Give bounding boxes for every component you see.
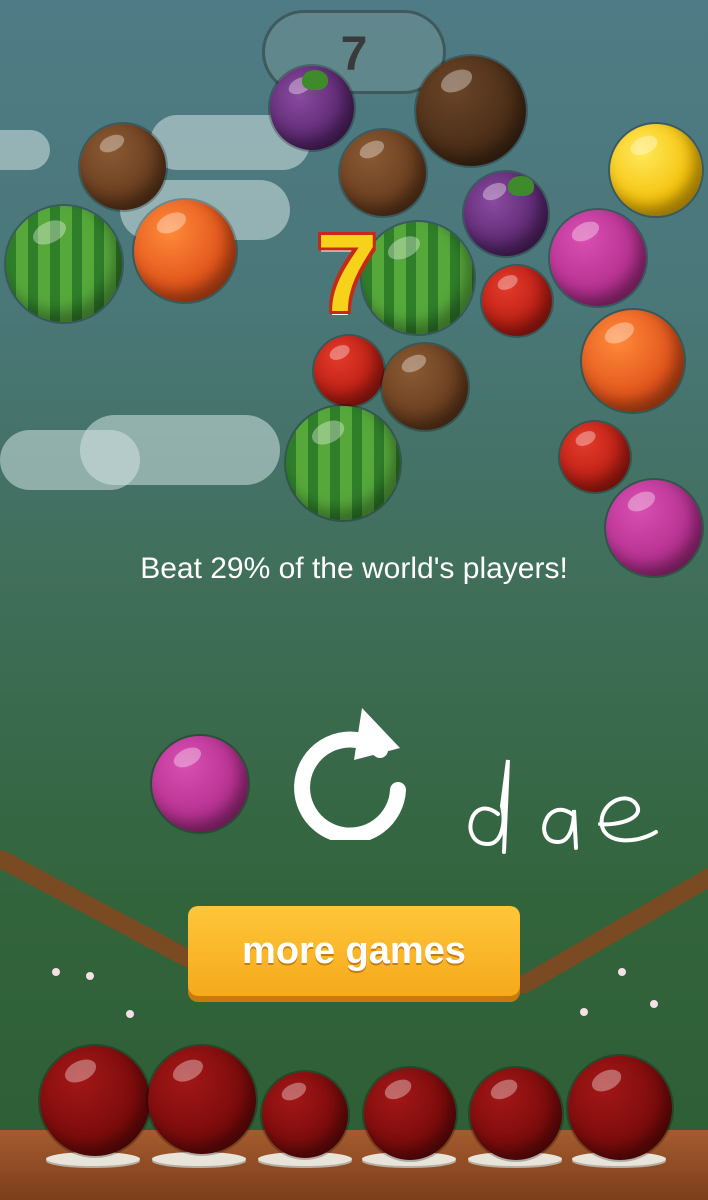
plate	[152, 1152, 246, 1166]
queued-fruit	[262, 1072, 348, 1158]
coconut-fruit	[416, 56, 526, 166]
orange-fruit	[582, 310, 684, 412]
dragonfruit-fruit	[550, 210, 646, 306]
queued-fruit	[364, 1068, 456, 1160]
fruit-leaf	[508, 176, 534, 196]
red-fruit	[482, 266, 552, 336]
red-fruit	[314, 336, 384, 406]
kiwi-fruit	[382, 344, 468, 430]
kiwi-fruit	[340, 130, 426, 216]
watermelon-fruit	[6, 206, 122, 322]
more-games-button[interactable]: more games	[188, 906, 520, 996]
red-fruit	[560, 422, 630, 492]
final-score: 7	[316, 212, 378, 335]
replay-icon[interactable]	[280, 700, 420, 844]
queued-fruit	[568, 1056, 672, 1160]
fruit-leaf	[302, 70, 328, 90]
mangosteen-fruit	[464, 172, 548, 256]
cloud	[80, 415, 280, 485]
blossom	[126, 1010, 134, 1018]
watermelon-fruit	[286, 406, 400, 520]
next-fruit	[152, 736, 248, 832]
handwritten-signature	[468, 759, 658, 854]
queued-fruit	[148, 1046, 256, 1154]
queued-fruit	[470, 1068, 562, 1160]
queued-fruit	[40, 1046, 150, 1156]
blossom	[650, 1000, 658, 1008]
cloud	[0, 130, 50, 170]
tree-branch	[511, 861, 708, 997]
kiwi-fruit	[80, 124, 166, 210]
blossom	[618, 968, 626, 976]
blossom	[86, 972, 94, 980]
orange-fruit	[134, 200, 236, 302]
lemon-fruit	[610, 124, 702, 216]
blossom	[52, 968, 60, 976]
rank-message: Beat 29% of the world's players!	[140, 552, 568, 585]
tree-branch	[0, 847, 201, 971]
blossom	[580, 1008, 588, 1016]
